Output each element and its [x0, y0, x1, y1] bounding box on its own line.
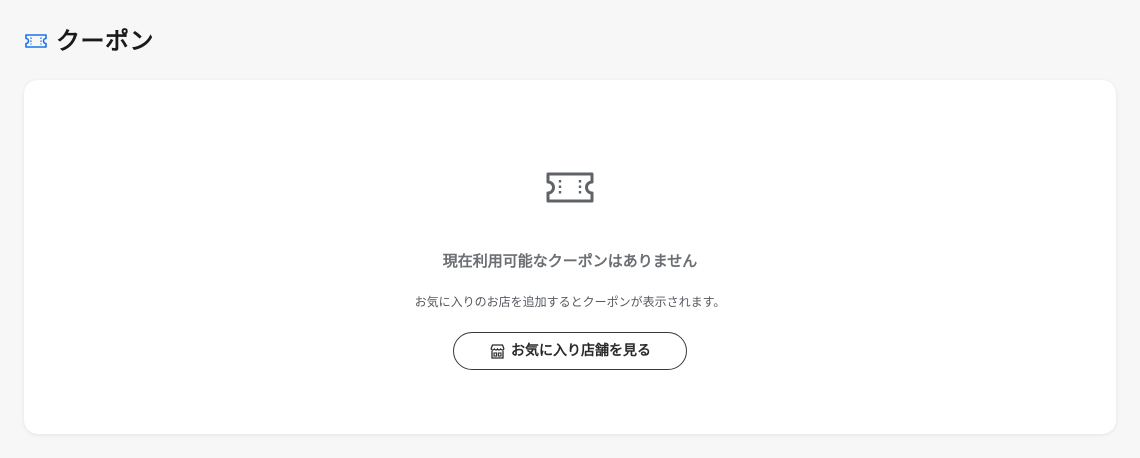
page-title: クーポン — [56, 27, 154, 55]
page-header: クーポン — [24, 26, 154, 56]
coupon-card: 現在利用可能なクーポンはありません お気に入りのお店を追加するとクーポンが表示さ… — [24, 80, 1116, 434]
empty-state-description: お気に入りのお店を追加するとクーポンが表示されます。 — [414, 295, 726, 309]
view-favorite-stores-button[interactable]: お気に入り店舗を見る — [453, 332, 687, 370]
view-favorite-stores-label: お気に入り店舗を見る — [511, 343, 651, 359]
empty-state-title: 現在利用可能なクーポンはありません — [442, 252, 698, 270]
ticket-icon — [24, 33, 48, 49]
ticket-icon — [545, 171, 595, 204]
store-icon — [489, 343, 506, 360]
